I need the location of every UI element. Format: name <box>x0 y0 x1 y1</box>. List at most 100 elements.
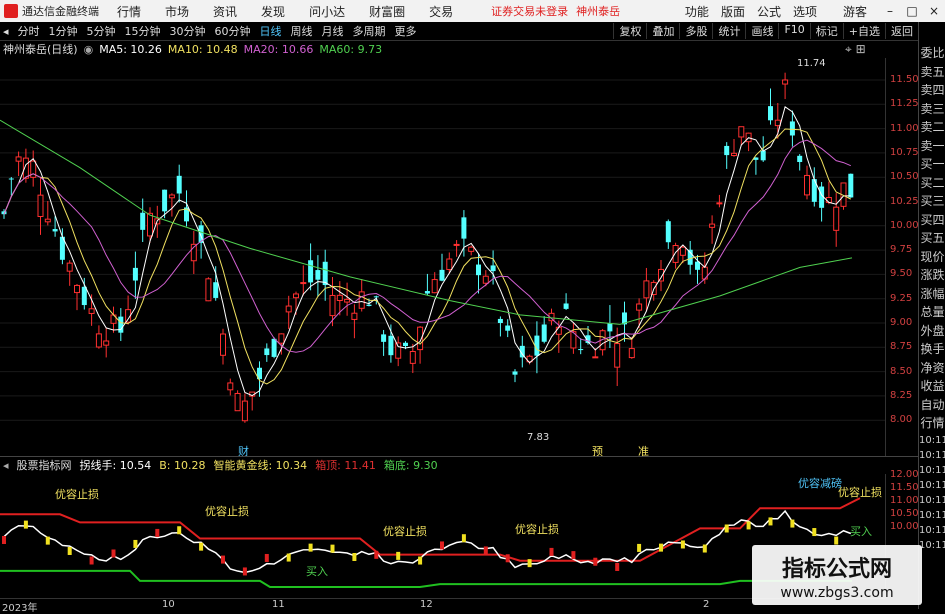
watermark-title: 指标公式网 <box>781 557 892 582</box>
indicator-bar <box>790 519 795 528</box>
candle-body <box>103 340 110 346</box>
sidepanel-item[interactable]: 自动 <box>919 396 945 415</box>
tool-stats[interactable]: 统计 <box>712 23 745 39</box>
menu-quotes[interactable]: 行情 <box>117 3 141 20</box>
menu-function[interactable]: 功能 <box>685 3 709 20</box>
sidepanel-item[interactable]: 买五 <box>919 229 945 248</box>
period-60min[interactable]: 60分钟 <box>215 23 251 39</box>
candle-body <box>789 121 795 136</box>
sidepanel-item[interactable]: 卖一 <box>919 137 945 156</box>
price-tick: 8.25 <box>890 389 913 401</box>
menu-news[interactable]: 资讯 <box>213 3 237 20</box>
menu-wealth[interactable]: 财富圈 <box>369 3 405 20</box>
period-5min[interactable]: 5分钟 <box>87 23 116 39</box>
menu-discover[interactable]: 发现 <box>261 3 285 20</box>
sidepanel-item[interactable]: 现价 <box>919 248 945 267</box>
sidepanel-item[interactable]: 行情 <box>919 414 945 433</box>
period-1min[interactable]: 1分钟 <box>49 23 78 39</box>
sidepanel-item[interactable]: 买二 <box>919 174 945 193</box>
candle-body <box>15 156 22 162</box>
golden-line <box>3 509 852 574</box>
minimize-button[interactable]: – <box>879 4 901 18</box>
menu-market[interactable]: 市场 <box>165 3 189 20</box>
candle-body <box>774 119 781 127</box>
stop-label-3: 优容止损 <box>383 525 427 538</box>
candle-body <box>497 318 503 323</box>
indicator-collapse-icon[interactable]: ◂ <box>3 459 9 472</box>
indicator-bar <box>45 536 50 545</box>
candlestick-chart[interactable] <box>0 58 885 456</box>
tool-add-watchlist[interactable]: +自选 <box>842 23 885 39</box>
sidepanel-item[interactable]: 买四 <box>919 211 945 230</box>
indicator-bar <box>374 550 379 559</box>
candle-body <box>679 246 686 256</box>
maximize-button[interactable]: □ <box>901 4 923 18</box>
period-30min[interactable]: 30分钟 <box>170 23 206 39</box>
price-tick: 10.00 <box>890 219 919 231</box>
sidepanel-item[interactable]: 卖五 <box>919 63 945 82</box>
tool-f10[interactable]: F10 <box>778 23 809 39</box>
tool-mark[interactable]: 标记 <box>809 23 843 39</box>
menu-ask[interactable]: 问小达 <box>309 3 345 20</box>
indicator-bar <box>483 546 488 555</box>
price-tick: 8.00 <box>890 414 913 426</box>
candle-body <box>628 348 635 359</box>
indicator-bar <box>89 556 94 565</box>
sidepanel-item[interactable]: 收益 <box>919 377 945 396</box>
candle-body <box>468 246 475 252</box>
indicator-title[interactable]: 股票指标网 <box>17 457 72 473</box>
sidepanel-item[interactable]: 委比 <box>919 44 945 63</box>
trade-login-notice[interactable]: 证券交易未登录 <box>491 3 568 19</box>
settings-icon[interactable]: ◉ <box>84 43 94 56</box>
menu-formula[interactable]: 公式 <box>757 3 781 20</box>
sidepanel-item[interactable]: 换手 <box>919 340 945 359</box>
period-multi[interactable]: 多周期 <box>353 23 386 39</box>
candle-body <box>461 217 467 239</box>
period-daily[interactable]: 日线 <box>260 23 282 39</box>
indicator-bar <box>659 543 663 552</box>
candle-body <box>636 303 643 311</box>
sidepanel-item[interactable]: 净资 <box>919 359 945 378</box>
period-minute-chart[interactable]: 分时 <box>18 23 40 39</box>
sidepanel-item[interactable]: 买一 <box>919 155 945 174</box>
menu-layout[interactable]: 版面 <box>721 3 745 20</box>
sidepanel-item[interactable]: 卖三 <box>919 100 945 119</box>
candle-body <box>709 223 716 228</box>
candle-body <box>738 126 745 138</box>
period-monthly[interactable]: 月线 <box>322 23 344 39</box>
sidepanel-item[interactable]: 卖四 <box>919 81 945 100</box>
max-price-label: 11.74 <box>797 58 826 69</box>
ma60-value: MA60: 9.73 <box>319 42 383 56</box>
tool-multi-stock[interactable]: 多股 <box>679 23 712 39</box>
nav-back-icon[interactable]: ◂ <box>3 25 9 38</box>
date-label: 11 <box>272 599 285 610</box>
period-more[interactable]: 更多 <box>395 23 417 39</box>
sidepanel-item[interactable]: 总量 <box>919 303 945 322</box>
sidepanel-item[interactable]: 外盘 <box>919 322 945 341</box>
indicator-tick: 12.00 <box>890 469 919 480</box>
menu-trade[interactable]: 交易 <box>429 3 453 20</box>
guest-label[interactable]: 游客 <box>843 3 867 20</box>
min-price-label: 7.83 <box>527 432 550 443</box>
menu-options[interactable]: 选项 <box>793 3 817 20</box>
chart-options-icons[interactable]: ⌖ ⊞ <box>845 42 866 57</box>
price-tick: 8.75 <box>890 341 913 353</box>
sidepanel-item[interactable]: 卖二 <box>919 118 945 137</box>
sidepanel-item[interactable]: 涨幅 <box>919 285 945 304</box>
indicator-bar <box>111 549 116 558</box>
buy-label-2: 买入 <box>850 525 872 538</box>
tool-overlay[interactable]: 叠加 <box>646 23 679 39</box>
candle-body <box>381 334 387 342</box>
sidepanel-item[interactable]: 涨跌 <box>919 266 945 285</box>
tool-back[interactable]: 返回 <box>885 23 918 39</box>
candle-body <box>505 325 511 331</box>
period-weekly[interactable]: 周线 <box>291 23 313 39</box>
period-15min[interactable]: 15分钟 <box>125 23 161 39</box>
tool-adjust[interactable]: 复权 <box>613 23 646 39</box>
indicator-bar <box>680 540 685 549</box>
sidepanel-item[interactable]: 买三 <box>919 192 945 211</box>
price-tick: 11.50 <box>890 74 919 85</box>
candle-body <box>66 262 73 272</box>
tool-draw[interactable]: 画线 <box>745 23 778 39</box>
close-button[interactable]: × <box>923 4 945 18</box>
